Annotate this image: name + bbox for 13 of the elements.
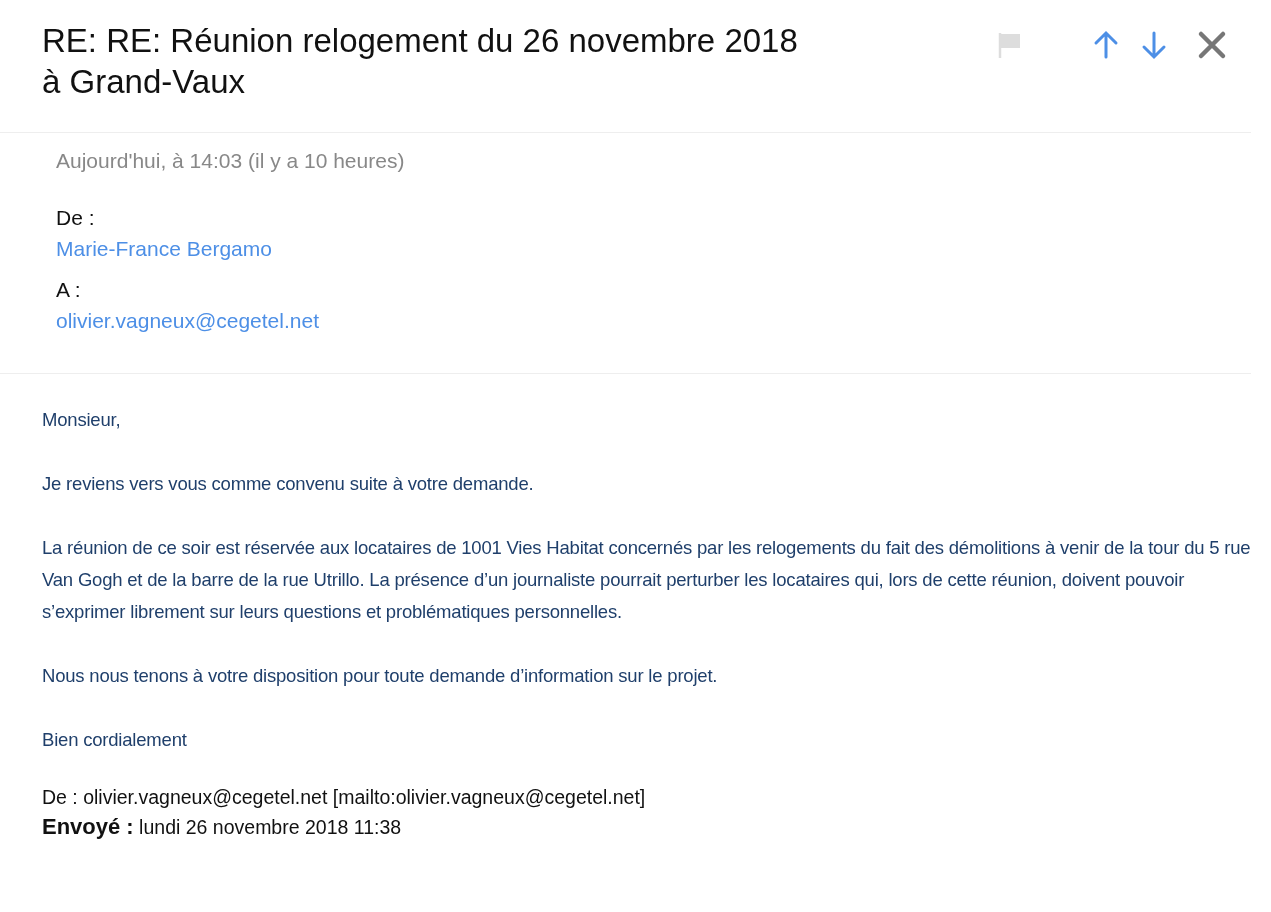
contact-link[interactable]: olivier.vagneux@cegetel.net bbox=[56, 305, 319, 337]
email-date: Aujourd'hui, à 14:03 (il y a 10 heures) bbox=[56, 149, 406, 173]
contact-link[interactable]: Marie-France Bergamo bbox=[56, 233, 272, 265]
body-paragraph: Je reviens vers vous comme convenu suite à votre demande. bbox=[42, 472, 535, 496]
field-label: De : bbox=[56, 205, 96, 231]
email-subject: RE: RE: Réunion relogement du 26 novembre 2018 à Grand-Vaux bbox=[42, 21, 799, 102]
quoted-header-line: De : olivier.vagneux@cegetel.net [mailto:olivier.vagneux@cegetel.net] bbox=[42, 785, 647, 810]
field-label: A : bbox=[56, 277, 82, 303]
body-paragraph: Bien cordialement bbox=[42, 728, 188, 752]
body-paragraph: La réunion de ce soir est réservée aux locataires de 1001 Vies Habitat concernés par les relogements du fait des démolitions à venir de la tour du 5 rue Van Gogh et de la barre de la rue Utrillo. La présence d’un journaliste pourrait perturber les locataires qui, lors de cette réunion, doivent pouvoir s’exprimer librement sur leurs questions et problématiques personnelles. bbox=[42, 536, 1252, 624]
body-paragraph: Monsieur, bbox=[42, 408, 122, 432]
body-paragraph: Nous nous tenons à votre disposition pour toute demande d’information sur le projet. bbox=[42, 664, 719, 688]
quoted-header-line: Envoyé : lundi 26 novembre 2018 11:38 bbox=[42, 813, 403, 841]
